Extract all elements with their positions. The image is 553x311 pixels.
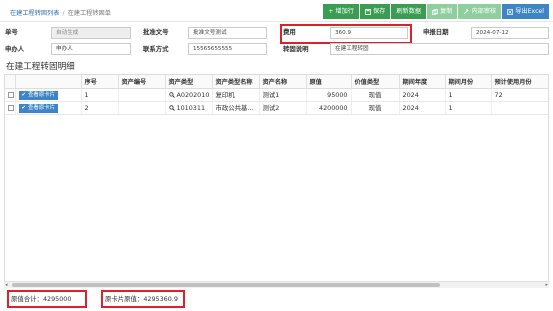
horizontal-scrollbar[interactable]: ◂ ▸	[4, 281, 549, 288]
breadcrumb-separator: /	[62, 10, 65, 17]
column-header[interactable]: 资产名称	[259, 75, 307, 89]
action-header	[15, 75, 82, 89]
doc-no-field[interactable]: 自动生成	[51, 27, 131, 39]
cost-highlight-box	[280, 24, 412, 44]
check-icon: ✔	[21, 104, 27, 111]
top-bar: 在建工程转固列表 / 在建工程转固单 + 增加行 保存 刷新数据 复制 内部审核 导出…	[0, 0, 553, 22]
internal-review-button[interactable]: 内部审核	[458, 4, 502, 19]
approval-no-field[interactable]: 批准文号测试	[188, 27, 267, 39]
breadcrumb-parent-link[interactable]: 在建工程转固列表	[10, 10, 60, 17]
year-cell[interactable]: 2024	[399, 88, 446, 102]
asset-type-cell[interactable]: A0202010	[165, 88, 213, 102]
approval-no-label: 批准文号	[143, 28, 169, 36]
column-header[interactable]: 价值类型	[351, 75, 400, 89]
search-icon[interactable]	[168, 91, 175, 99]
handler-label: 申办人	[5, 45, 25, 53]
original-total-highlight-box	[7, 290, 87, 308]
column-header[interactable]: 资产类型	[165, 75, 213, 89]
copy-button[interactable]: 复制	[427, 4, 458, 19]
asset-type-name-cell: 市政公共基...	[212, 101, 260, 115]
view-card-button[interactable]: ✔ 查看原卡片	[18, 103, 58, 113]
add-row-label: 增加行	[335, 8, 354, 15]
table-row[interactable]: ✔ 查看原卡片 1 A0202010 复印机 测试1 95000 现值 2024 …	[5, 88, 548, 102]
column-header[interactable]: 资产编号	[118, 75, 166, 89]
save-icon	[365, 8, 371, 15]
gavel-icon	[464, 8, 470, 14]
add-row-button[interactable]: + 增加行	[323, 4, 359, 19]
scroll-right-arrow-icon[interactable]: ▸	[545, 282, 548, 289]
scrollbar-thumb[interactable]	[12, 283, 440, 287]
row-checkbox[interactable]	[8, 91, 14, 98]
detail-table: 序号 资产编号 资产类型 资产类型名称 资产名称 原值 价值类型 期间年度 期间…	[4, 74, 549, 288]
asset-name-cell[interactable]: 测试1	[259, 88, 307, 102]
copy-icon	[432, 8, 438, 15]
row-checkbox-cell	[5, 88, 16, 102]
row-checkbox[interactable]	[8, 104, 14, 111]
asset-type-name-cell: 复印机	[212, 88, 260, 102]
search-icon[interactable]	[168, 104, 175, 112]
month-cell[interactable]: 1	[445, 88, 492, 102]
original-value-cell[interactable]: 4200000	[306, 101, 352, 115]
copy-label: 复制	[440, 8, 453, 15]
report-date-field[interactable]: 2024-07-12	[471, 27, 549, 39]
seq-cell: 2	[81, 101, 119, 115]
refresh-label: 刷新数据	[396, 8, 422, 15]
report-date-label: 申报日期	[423, 28, 449, 36]
asset-type-value: 1010311	[176, 103, 206, 112]
breadcrumb: 在建工程转固列表 / 在建工程转固单	[10, 8, 111, 17]
check-icon: ✔	[21, 91, 27, 98]
select-all-header	[5, 75, 16, 89]
view-card-label: 查看原卡片	[28, 91, 55, 98]
year-cell[interactable]: 2024	[399, 101, 446, 115]
contact-field[interactable]: 15565655555	[188, 43, 267, 55]
export-excel-label: 导出Excel	[515, 8, 544, 15]
breadcrumb-current: 在建工程转固单	[67, 10, 111, 17]
detail-table-grid: 序号 资产编号 资产类型 资产类型名称 资产名称 原值 价值类型 期间年度 期间…	[5, 75, 548, 115]
value-type-cell[interactable]: 现值	[351, 101, 400, 115]
action-cell: ✔ 查看原卡片	[15, 88, 82, 102]
asset-no-cell[interactable]	[118, 101, 166, 115]
column-header[interactable]: 期间年度	[399, 75, 446, 89]
original-value-cell[interactable]: 95000	[306, 88, 352, 102]
transfer-desc-field[interactable]: 在建工程转固	[330, 43, 549, 55]
table-row[interactable]: ✔ 查看原卡片 2 1010311 市政公共基... 测试2 4200000 现值…	[5, 101, 548, 115]
view-card-button[interactable]: ✔ 查看原卡片	[18, 90, 58, 100]
scroll-left-arrow-icon[interactable]: ◂	[5, 282, 8, 289]
internal-review-label: 内部审核	[471, 8, 497, 15]
toolbar: + 增加行 保存 刷新数据 复制 内部审核 导出Excel	[323, 4, 549, 19]
doc-no-label: 单号	[5, 28, 18, 36]
view-card-label: 查看原卡片	[28, 104, 55, 111]
section-title: 在建工程转固明细	[6, 62, 75, 72]
expected-months-cell[interactable]	[491, 101, 548, 115]
handler-field[interactable]: 申办人	[51, 43, 131, 55]
refresh-data-button[interactable]: 刷新数据	[391, 4, 427, 19]
column-header[interactable]: 序号	[81, 75, 119, 89]
plus-icon: +	[328, 8, 334, 15]
transfer-desc-label: 转固说明	[283, 45, 309, 53]
column-header[interactable]: 预计使用月份	[491, 75, 548, 89]
action-cell: ✔ 查看原卡片	[15, 101, 82, 115]
save-button[interactable]: 保存	[359, 4, 391, 19]
column-header[interactable]: 原值	[306, 75, 352, 89]
contact-label: 联系方式	[143, 45, 169, 53]
value-type-cell[interactable]: 现值	[351, 88, 400, 102]
column-header[interactable]: 期间月份	[445, 75, 492, 89]
asset-name-cell[interactable]: 测试2	[259, 101, 307, 115]
seq-cell: 1	[81, 88, 119, 102]
export-excel-button[interactable]: 导出Excel	[502, 4, 549, 19]
expected-months-cell[interactable]: 72	[491, 88, 548, 102]
month-cell[interactable]: 1	[445, 101, 492, 115]
asset-type-cell[interactable]: 1010311	[165, 101, 213, 115]
table-header-row: 序号 资产编号 资产类型 资产类型名称 资产名称 原值 价值类型 期间年度 期间…	[5, 75, 548, 89]
asset-no-cell[interactable]	[118, 88, 166, 102]
save-label: 保存	[372, 8, 386, 15]
export-icon	[507, 8, 514, 15]
row-checkbox-cell	[5, 101, 16, 115]
asset-type-value: A0202010	[176, 90, 210, 99]
column-header[interactable]: 资产类型名称	[212, 75, 260, 89]
original-card-value-highlight-box	[101, 290, 185, 308]
